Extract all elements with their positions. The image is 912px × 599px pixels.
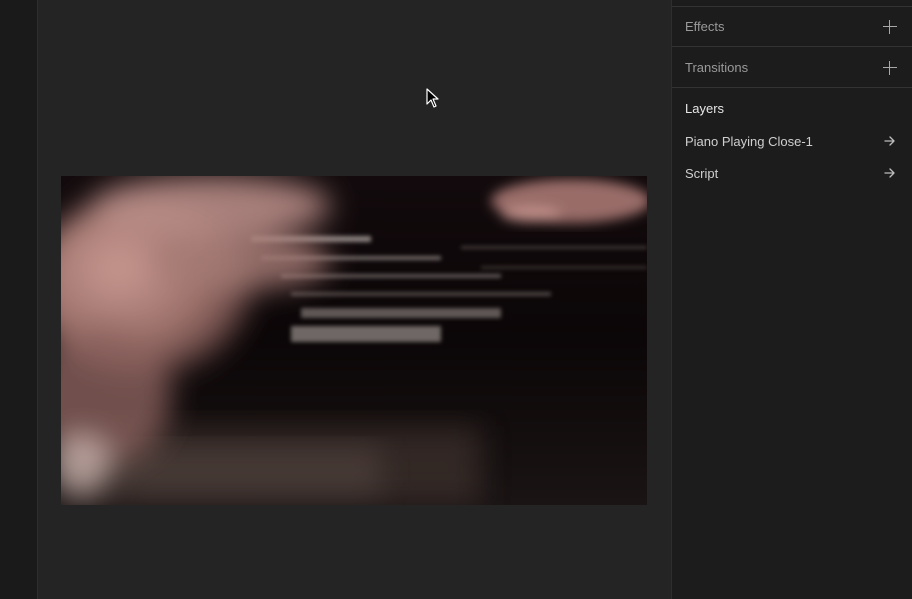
properties-panel: Effects Transitions Layers Piano Playing… — [671, 0, 912, 599]
video-preview[interactable] — [61, 176, 647, 505]
transitions-section[interactable]: Transitions — [672, 48, 912, 88]
plus-icon[interactable] — [883, 60, 897, 75]
layer-label: Script — [685, 165, 719, 181]
arrow-right-icon — [884, 168, 895, 178]
layer-item-script[interactable]: Script — [672, 161, 912, 185]
editor-window: Effects Transitions Layers Piano Playing… — [0, 0, 912, 599]
effects-label: Effects — [685, 19, 725, 34]
canvas-area[interactable] — [38, 0, 671, 599]
effects-section[interactable]: Effects — [672, 7, 912, 47]
layer-label: Piano Playing Close-1 — [685, 133, 813, 149]
layer-item-piano-playing[interactable]: Piano Playing Close-1 — [672, 129, 912, 153]
left-rail — [0, 0, 38, 599]
arrow-right-icon — [884, 136, 895, 146]
plus-icon[interactable] — [883, 19, 897, 34]
cursor-icon — [426, 88, 439, 108]
layers-title: Layers — [685, 101, 725, 116]
transitions-label: Transitions — [685, 60, 749, 75]
piano-video-frame — [61, 176, 647, 505]
